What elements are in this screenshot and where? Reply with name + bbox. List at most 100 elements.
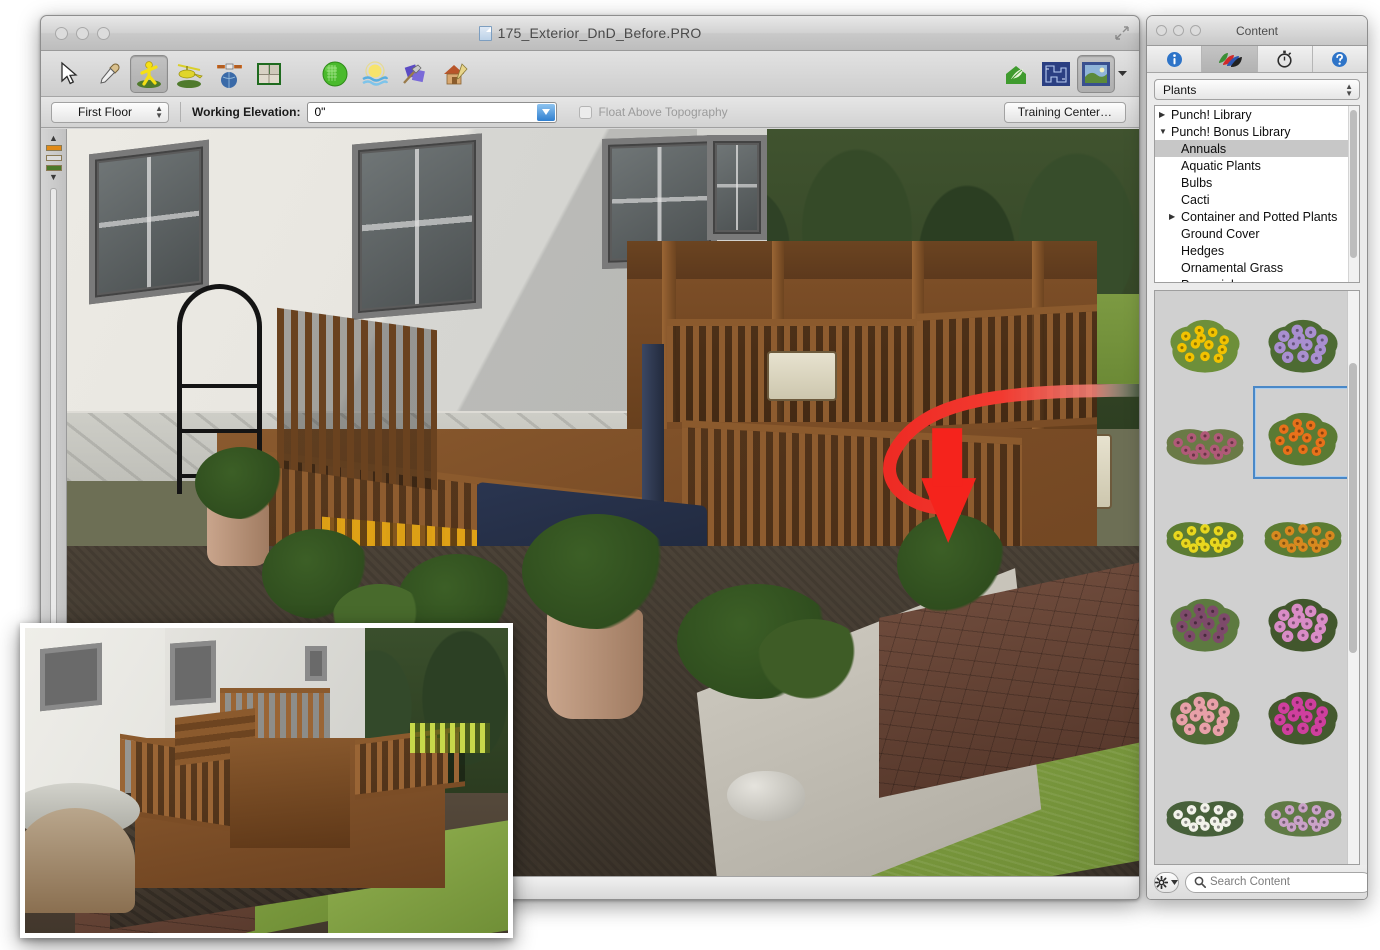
tree-item-container-and-potted-plants[interactable]: ▶Container and Potted Plants (1155, 208, 1359, 225)
content-panel-title: Content (1147, 24, 1367, 38)
content-panel-titlebar[interactable]: Content (1147, 16, 1367, 46)
content-actions-button[interactable] (1154, 872, 1179, 893)
before-preview-overlay[interactable] (20, 623, 513, 938)
tree-item-punch-library[interactable]: ▶Punch! Library (1155, 106, 1359, 123)
tab-timer[interactable] (1258, 46, 1313, 72)
window-title-group: 175_Exterior_DnD_Before.PRO (41, 25, 1139, 41)
tab-info[interactable] (1147, 46, 1202, 72)
plant-thumb-6[interactable] (1253, 479, 1353, 572)
app-titlebar[interactable]: 175_Exterior_DnD_Before.PRO (41, 16, 1139, 51)
preview-deck-skirt (230, 738, 350, 848)
house-pencil-icon (440, 59, 470, 89)
tree-item-punch-bonus-library[interactable]: ▼Punch! Bonus Library (1155, 123, 1359, 140)
grass-clump (757, 619, 867, 699)
tree-item-ornamental-grass[interactable]: Ornamental Grass (1155, 259, 1359, 276)
minimize-button[interactable] (76, 27, 89, 40)
paint-palette-hammer-icon (400, 59, 430, 89)
satellite-view-tool[interactable] (210, 55, 248, 93)
tree-item-perennials[interactable]: Perennials (1155, 276, 1359, 283)
window-controls[interactable] (55, 27, 110, 40)
elevation-band-gray (46, 155, 62, 161)
plant-thumb-7[interactable] (1157, 572, 1253, 665)
gear-icon (1155, 876, 1168, 889)
preview-window (40, 643, 102, 712)
plant-thumbnail-image (1157, 766, 1253, 844)
tree-item-aquatic-plants[interactable]: Aquatic Plants (1155, 157, 1359, 174)
plant-thumb-4[interactable] (1253, 386, 1353, 479)
walkthrough-view-tool[interactable] (130, 55, 168, 93)
float-above-topography-checkbox[interactable] (579, 106, 592, 119)
thumbnail-grid (1155, 291, 1347, 864)
tab-content[interactable] (1202, 46, 1257, 72)
plant-thumb-1[interactable] (1157, 293, 1253, 386)
tree-item-bulbs[interactable]: Bulbs (1155, 174, 1359, 191)
library-tree-list: ▶Punch! Library▼Punch! Bonus Library Annu… (1155, 106, 1359, 283)
expand-window-icon[interactable] (1114, 25, 1130, 41)
preview-hot-tub (25, 808, 135, 913)
tree-scrollbar[interactable] (1348, 106, 1359, 282)
plant-thumb-9[interactable] (1157, 665, 1253, 758)
globe-render-tool[interactable] (316, 55, 354, 93)
grid-scroll-thumb[interactable] (1349, 363, 1357, 653)
floor-select-value: First Floor (78, 105, 132, 119)
plant-thumb-12[interactable] (1253, 758, 1353, 851)
updown-arrows-icon: ▲▼ (155, 105, 163, 119)
upper-deck-railing (917, 304, 1097, 433)
tab-help[interactable] (1313, 46, 1367, 72)
pointer-tool[interactable] (50, 55, 88, 93)
disclosure-right-icon[interactable]: ▶ (1159, 110, 1171, 119)
flyover-view-tool[interactable] (170, 55, 208, 93)
disclosure-right-icon[interactable]: ▶ (1169, 212, 1181, 221)
content-panel-footer (1147, 865, 1367, 899)
floor-select[interactable]: First Floor ▲▼ (51, 102, 169, 123)
patio-table (767, 351, 837, 401)
3d-scene-icon (1081, 61, 1111, 87)
search-content-field[interactable] (1185, 872, 1368, 893)
disclosure-down-icon[interactable]: ▼ (1159, 127, 1171, 136)
tree-item-label: Annuals (1181, 142, 1226, 156)
eyedropper-icon (97, 62, 121, 86)
materials-tool[interactable] (396, 55, 434, 93)
search-input[interactable] (1210, 876, 1364, 888)
plan-view-button[interactable] (1037, 55, 1075, 93)
content-category-select[interactable]: Plants ▲▼ (1154, 79, 1360, 100)
house-design-tool[interactable] (436, 55, 474, 93)
plant-thumb-11[interactable] (1157, 758, 1253, 851)
elevation-dropdown-arrow[interactable] (537, 104, 555, 121)
plant-thumb-5[interactable] (1157, 479, 1253, 572)
walking-person-icon (134, 59, 164, 89)
plant-thumbnail-image (1157, 487, 1253, 565)
view-dropdown-arrow[interactable] (1116, 55, 1129, 93)
zoom-button[interactable] (97, 27, 110, 40)
triangle-up-icon[interactable]: ▲ (49, 134, 58, 143)
grid-scrollbar[interactable] (1347, 291, 1359, 864)
close-button[interactable] (55, 27, 68, 40)
tree-item-annuals[interactable]: Annuals (1155, 140, 1359, 157)
sun-water-icon (360, 59, 390, 89)
potted-plant-large (522, 514, 672, 629)
tree-scroll-thumb[interactable] (1350, 110, 1357, 258)
tree-item-ground-cover[interactable]: Ground Cover (1155, 225, 1359, 242)
library-tree[interactable]: ▶Punch! Library▼Punch! Bonus Library Annu… (1154, 105, 1360, 283)
helicopter-icon (174, 59, 204, 89)
floor-overview-tool[interactable] (250, 55, 288, 93)
float-above-topography-control[interactable]: Float Above Topography (579, 105, 727, 119)
working-elevation-input[interactable]: 0" (307, 102, 557, 123)
triangle-down-icon[interactable]: ▼ (49, 173, 58, 182)
plant-thumb-10[interactable] (1253, 665, 1353, 758)
arrow-cursor-icon (58, 61, 80, 87)
question-circle-icon (1331, 51, 1348, 68)
sun-water-tool[interactable] (356, 55, 394, 93)
training-center-button[interactable]: Training Center… (1004, 102, 1126, 123)
plant-thumb-3[interactable] (1157, 386, 1253, 479)
content-panel-tabs (1147, 46, 1367, 73)
landscape-view-button[interactable] (997, 55, 1035, 93)
3d-view-button[interactable] (1077, 55, 1115, 93)
plant-thumb-2[interactable] (1253, 293, 1353, 386)
tree-item-hedges[interactable]: Hedges (1155, 242, 1359, 259)
tree-item-cacti[interactable]: Cacti (1155, 191, 1359, 208)
tree-item-label: Hedges (1181, 244, 1224, 258)
plant-thumb-8[interactable] (1253, 572, 1353, 665)
tree-item-label: Container and Potted Plants (1181, 210, 1337, 224)
eyedropper-tool[interactable] (90, 55, 128, 93)
